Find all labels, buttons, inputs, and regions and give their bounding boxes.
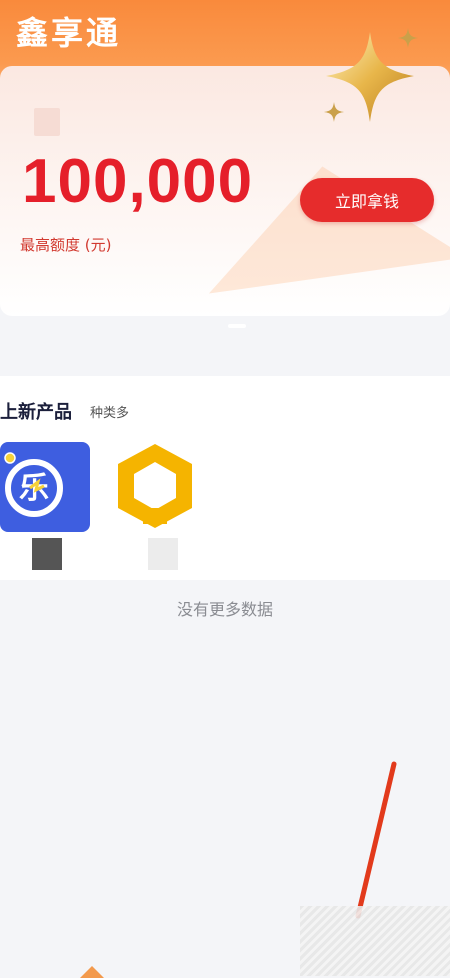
credit-amount: 100,000: [22, 147, 254, 216]
hexagon-icon: [118, 444, 192, 528]
product-item-le[interactable]: 乐: [0, 438, 90, 570]
products-section: 上新产品 种类多 乐: [0, 376, 450, 580]
product-2-label-bar: [148, 538, 178, 570]
decor-square: [34, 108, 60, 136]
product-1-name: 乐: [19, 471, 49, 506]
bottom-orange-marker: [80, 966, 104, 978]
annotation-arrow: [355, 761, 397, 919]
products-title: 上新产品: [0, 402, 72, 423]
product-item-hexagon[interactable]: [110, 438, 200, 570]
products-subtitle: 种类多: [90, 406, 130, 421]
pager-indicator: [228, 324, 246, 328]
app-title: 鑫享通: [16, 14, 122, 52]
credit-label: 最高额度 (元): [20, 236, 112, 254]
get-money-button[interactable]: 立即拿钱: [300, 178, 434, 222]
star-icon: [324, 28, 418, 122]
watermark: [300, 906, 450, 976]
le-lightning-icon: 乐: [0, 442, 90, 532]
product-1-label-bar: [32, 538, 62, 570]
no-more-data-text: 没有更多数据: [176, 600, 273, 619]
